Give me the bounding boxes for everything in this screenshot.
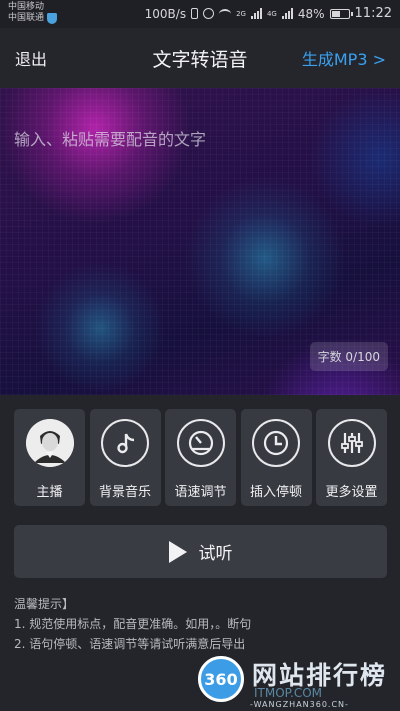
tool-pause-button[interactable]: 插入停顿 <box>240 409 312 506</box>
status-bar: 中国移动 中国联通 100B/s 2G 4G 48% 11:22 <box>0 0 400 28</box>
clock-icon <box>252 419 300 467</box>
watermark-url: -WANGZHAN360.CN- <box>250 700 349 709</box>
signal-1-icon <box>250 8 262 19</box>
tool-pause-label: 插入停顿 <box>249 485 302 500</box>
speedometer-icon <box>176 419 225 467</box>
carrier-2: 中国联通 <box>8 13 45 23</box>
battery-percent: 48% <box>297 6 325 21</box>
anchor-avatar-icon <box>25 419 74 467</box>
signal-1-tag: 2G <box>236 9 246 18</box>
security-shield-icon <box>47 13 58 24</box>
listen-label: 试听 <box>198 544 233 564</box>
exit-button[interactable]: 退出 <box>15 46 47 70</box>
generate-mp3-button[interactable]: 生成MP3 > <box>302 46 386 70</box>
alarm-icon <box>203 8 215 19</box>
tool-speed-label: 语速调节 <box>174 485 227 500</box>
tips-title: 温馨提示】 <box>14 597 75 611</box>
char-count-badge: 字数 0/100 <box>309 342 388 371</box>
music-note-icon <box>101 419 149 467</box>
tool-anchor-label: 主播 <box>36 485 63 500</box>
vibrate-icon <box>191 8 199 19</box>
tool-speed-button[interactable]: 语速调节 <box>165 409 236 506</box>
battery-icon <box>329 8 353 19</box>
sliders-icon <box>327 419 376 467</box>
tips-line-2: 2. 语句停顿、语速调节等请试听满意后导出 <box>14 637 246 651</box>
wifi-icon <box>219 8 232 19</box>
watermark-sub: ITMOP.COM <box>254 686 323 700</box>
tips-section: 温馨提示】 1. 规范使用标点，配音更准确。如用，。断句 2. 语句停顿、语速调… <box>14 594 394 654</box>
tool-more-label: 更多设置 <box>325 485 378 500</box>
listen-button[interactable]: 试听 <box>14 525 387 578</box>
site-watermark: 360 网站排行榜 ITMOP.COM -WANGZHAN360.CN- <box>190 652 400 711</box>
carrier-info: 中国移动 中国联通 <box>8 2 58 24</box>
signal-2-icon <box>281 8 293 19</box>
tool-bar: 主播 背景音乐 语速调节 插入停顿 更多设置 <box>14 409 387 506</box>
tool-bgm-label: 背景音乐 <box>98 485 151 500</box>
tool-bgm-button[interactable]: 背景音乐 <box>89 409 161 506</box>
text-input[interactable] <box>0 88 400 338</box>
title-bar: 退出 文字转语音 生成MP3 > <box>0 28 400 88</box>
clock-time: 11:22 <box>354 6 392 21</box>
text-editor-area: 字数 0/100 <box>0 88 400 395</box>
carrier-1: 中国移动 <box>8 2 45 12</box>
signal-2-tag: 4G <box>266 9 277 18</box>
tool-anchor-button[interactable]: 主播 <box>14 409 85 506</box>
tips-line-1: 1. 规范使用标点，配音更准确。如用，。断句 <box>14 617 252 631</box>
play-icon <box>168 540 187 563</box>
net-speed: 100B/s <box>144 6 187 21</box>
status-indicators: 100B/s 2G 4G 48% 11:22 <box>145 6 392 21</box>
tool-more-button[interactable]: 更多设置 <box>316 409 387 506</box>
watermark-logo-icon: 360 <box>198 656 244 702</box>
